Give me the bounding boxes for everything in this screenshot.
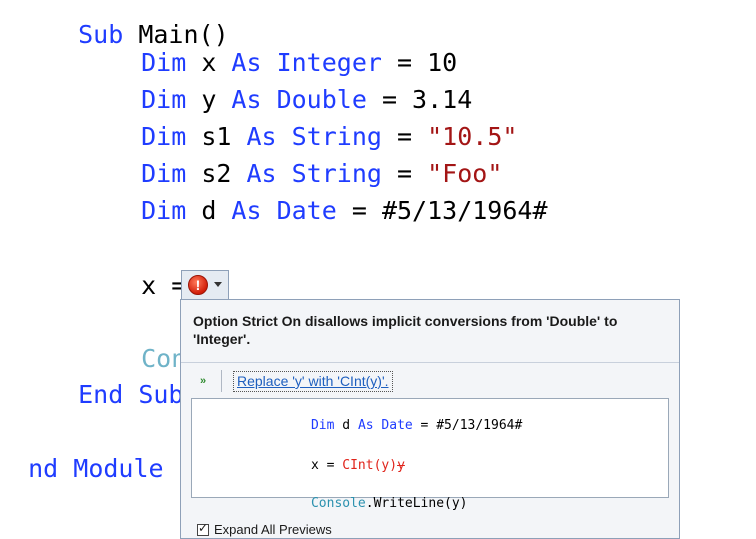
inserted-code: CInt(y): [342, 458, 398, 473]
removed-code: y: [397, 458, 405, 473]
code-text: = #5/13/1964#: [412, 418, 523, 433]
keyword: Dim: [141, 196, 187, 225]
expand-all-previews-checkbox[interactable]: Expand All Previews: [197, 521, 332, 537]
keyword: nd: [28, 454, 59, 483]
error-message: Option Strict On disallows implicit conv…: [193, 313, 618, 347]
expand-all-label: Expand All Previews: [214, 522, 332, 537]
keyword: Module: [58, 454, 164, 483]
class-name: Console: [310, 496, 366, 511]
keyword: Date: [373, 418, 413, 433]
code-text: d: [334, 418, 358, 433]
code-text: x =: [310, 458, 343, 473]
error-correction-popup: Option Strict On disallows implicit conv…: [180, 299, 680, 539]
checkbox-icon[interactable]: [197, 521, 209, 536]
divider: [221, 370, 222, 392]
code-preview: Dim d As Date = #5/13/1964# x = CInt(y)y…: [191, 398, 669, 511]
code-text: d: [186, 196, 232, 225]
code-text: .WriteLine(y): [365, 496, 468, 511]
keyword: As: [231, 196, 262, 225]
dropdown-arrow-icon[interactable]: [214, 282, 222, 287]
keyword: End Sub: [78, 380, 184, 409]
code-line-end-module: nd Module: [0, 418, 164, 486]
preview-line: Dim d As Date = #5/13/1964#: [264, 403, 522, 448]
divider: [181, 362, 679, 363]
error-icon: !: [188, 275, 208, 295]
code-line-end-sub: End Sub: [48, 344, 183, 412]
keyword: Dim: [310, 418, 335, 433]
code-text: = #5/13/1964#: [336, 196, 548, 225]
preview-line: Console.WriteLine(y): [264, 481, 468, 526]
replace-fix-link[interactable]: Replace 'y' with 'CInt(y)'.: [233, 371, 393, 392]
collapse-chevron-icon[interactable]: »: [195, 373, 211, 389]
code-line-dim-d: Dim d As Date = #5/13/1964#: [111, 160, 548, 228]
keyword: Date: [261, 196, 337, 225]
keyword: As: [357, 418, 374, 433]
error-smart-tag[interactable]: !: [181, 270, 229, 300]
